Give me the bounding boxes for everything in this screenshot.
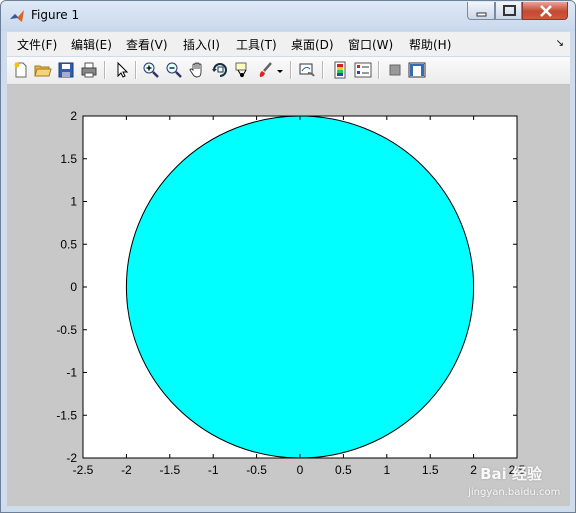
- menu-bar: 文件(F) 编辑(E) 查看(V) 插入(I) 工具(T) 桌面(D) 窗口(W…: [7, 32, 570, 56]
- x-tick-label: -1.5: [159, 463, 180, 477]
- y-tick-label: 2: [70, 109, 77, 123]
- menu-view[interactable]: 查看(V): [126, 36, 168, 53]
- minimize-button[interactable]: [467, 2, 495, 20]
- brush-dropdown-icon[interactable]: [276, 61, 284, 79]
- show-plot-tools-icon[interactable]: [408, 61, 426, 79]
- toolbar-separator: [135, 61, 137, 79]
- y-tick-label: 1.5: [60, 152, 77, 166]
- toolbar-separator: [104, 61, 106, 79]
- watermark-main: Bai 经验: [480, 465, 542, 483]
- link-plot-icon[interactable]: [298, 61, 316, 79]
- x-tick-label: -2: [121, 463, 132, 477]
- save-icon[interactable]: [57, 61, 75, 79]
- baidu-watermark: Bai 经验 jingyan.baidu.com: [468, 463, 560, 498]
- y-tick-label: -1.5: [56, 408, 77, 422]
- x-tick-label: 1: [383, 463, 390, 477]
- y-tick-label: -2: [66, 451, 77, 465]
- menu-file[interactable]: 文件(F): [17, 36, 57, 53]
- print-icon[interactable]: [80, 61, 98, 79]
- menu-insert[interactable]: 插入(I): [183, 36, 220, 53]
- x-tick-label: -0.5: [246, 463, 267, 477]
- y-tick-label: -0.5: [56, 323, 77, 337]
- figure-window: Figure 1 文件(F) 编辑(E) 查看(V) 插入(I) 工具(T) 桌…: [0, 0, 576, 513]
- pan-hand-icon[interactable]: [188, 61, 206, 79]
- menu-desktop[interactable]: 桌面(D): [291, 36, 334, 53]
- x-tick-label: 2: [470, 463, 477, 477]
- watermark-sub: jingyan.baidu.com: [468, 487, 561, 498]
- zoom-out-icon[interactable]: [165, 61, 183, 79]
- toolbar-separator: [322, 61, 324, 79]
- hide-plot-tools-icon[interactable]: [386, 61, 404, 79]
- toolbar-separator: [290, 61, 292, 79]
- menu-edit[interactable]: 编辑(E): [71, 36, 112, 53]
- menu-dock-arrow-icon[interactable]: ↘: [556, 38, 564, 49]
- plot-area[interactable]: -2.5 -2 -1.5 -1 -0.5 0 0.5 1 1.5 2 2.521.510.50-0.…: [7, 85, 570, 506]
- x-tick-label: 0: [297, 463, 304, 477]
- x-tick-label: -1: [208, 463, 219, 477]
- data-cursor-icon[interactable]: [234, 61, 252, 79]
- x-tick-label: -2.5: [73, 463, 94, 477]
- rotate-3d-icon[interactable]: [211, 61, 229, 79]
- figure-canvas: -2.5 -2 -1.5 -1 -0.5 0 0.5 1 1.5 2 2.5 2 1.5 1 0.5 0 -0.…: [7, 85, 570, 506]
- y-tick-label: -1: [66, 366, 77, 380]
- new-figure-icon[interactable]: [12, 61, 30, 79]
- y-tick-label: 0.5: [60, 237, 77, 251]
- open-file-icon[interactable]: [34, 61, 52, 79]
- select-arrow-icon[interactable]: [113, 61, 131, 79]
- x-tick-label: 1.5: [422, 463, 439, 477]
- menu-tools[interactable]: 工具(T): [236, 36, 277, 53]
- toolbar-separator: [378, 61, 380, 79]
- filled-circle: [125, 115, 475, 459]
- y-tick-label: 0: [70, 280, 77, 294]
- menu-window[interactable]: 窗口(W): [348, 36, 393, 53]
- title-bar[interactable]: Figure 1: [1, 1, 575, 31]
- zoom-in-icon[interactable]: [142, 61, 160, 79]
- colorbar-icon[interactable]: [331, 61, 349, 79]
- window-title: Figure 1: [31, 8, 80, 22]
- x-tick-label: 0.5: [335, 463, 352, 477]
- close-button[interactable]: [522, 2, 568, 20]
- menu-help[interactable]: 帮助(H): [409, 36, 451, 53]
- brush-icon[interactable]: [257, 61, 275, 79]
- maximize-button[interactable]: [495, 2, 522, 20]
- y-tick-label: 1: [70, 195, 77, 209]
- figure-toolbar: [7, 57, 570, 85]
- legend-icon[interactable]: [354, 61, 372, 79]
- matlab-app-icon: [10, 10, 24, 22]
